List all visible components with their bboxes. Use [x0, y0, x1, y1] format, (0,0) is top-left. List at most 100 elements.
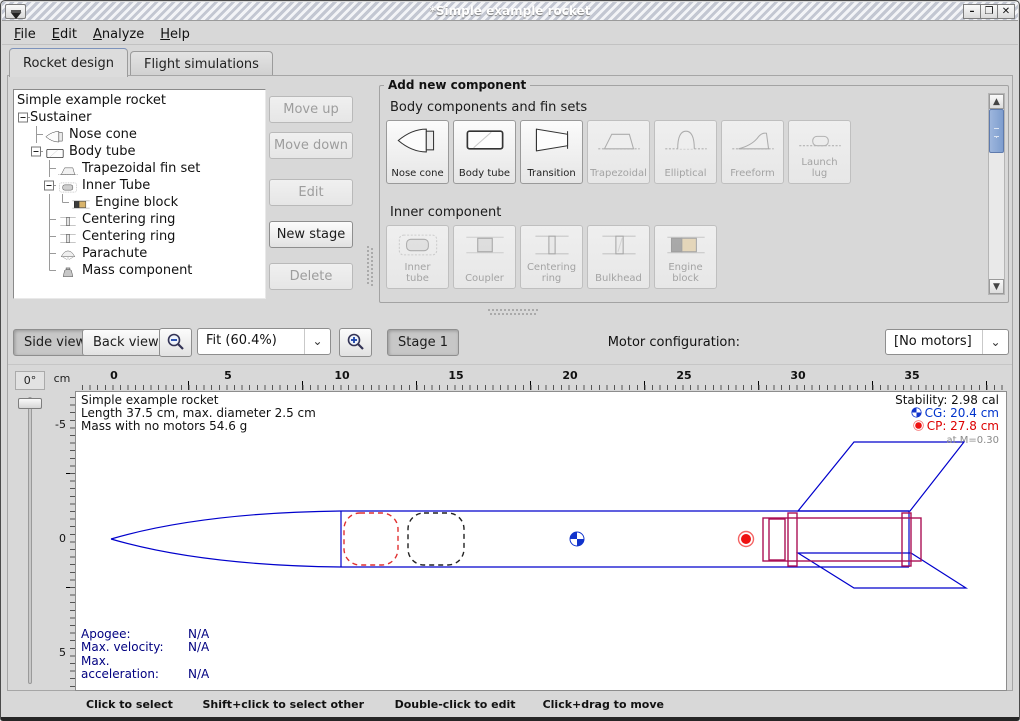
scroll-up-icon[interactable]: ▲ [989, 94, 1004, 109]
h-ruler-label: 0 [110, 369, 118, 382]
tree-guide-line [30, 245, 43, 262]
engine-block-icon [70, 196, 92, 209]
tab-rocket-design[interactable]: Rocket design [9, 48, 128, 77]
menu-edit[interactable]: Edit [44, 25, 85, 44]
chevron-down-icon: ⌄ [982, 330, 1008, 354]
flight-stats: Apogee:N/AMax. velocity:N/AMax. accelera… [81, 628, 209, 681]
add-elliptical-button[interactable]: Elliptical [654, 120, 717, 184]
trapezoidal-fin-icon [596, 126, 642, 154]
inner-tube-assembly [763, 513, 921, 566]
add-inner-tube-button[interactable]: Innertube [386, 225, 449, 289]
new-stage-button[interactable]: New stage [269, 221, 353, 248]
v-ruler-label: 5 [59, 646, 66, 659]
tree-item-inner-tube[interactable]: Inner Tube [17, 177, 265, 194]
rocket-info-line: Mass with no motors 54.6 g [81, 420, 316, 433]
tree-expander-icon[interactable] [17, 109, 30, 126]
tree-expander-icon[interactable] [43, 177, 56, 194]
add-bulkhead-button[interactable]: Bulkhead [587, 225, 650, 289]
tree-expander-icon[interactable] [30, 143, 43, 160]
back-view-button[interactable]: Back view [82, 329, 170, 356]
h-ruler-label: 35 [904, 369, 919, 382]
tree-item-nose-cone[interactable]: Nose cone [17, 126, 265, 143]
edit-button[interactable]: Edit [269, 179, 353, 206]
menu-analyze[interactable]: Analyze [85, 25, 152, 44]
bulkhead-icon [596, 231, 642, 259]
zoom-out-icon[interactable] [159, 328, 192, 357]
h-ruler-label: 15 [448, 369, 463, 382]
rocket-figure-canvas[interactable]: Simple example rocketLength 37.5 cm, max… [75, 391, 1007, 691]
component-panel-scrollbar[interactable]: ▲ ▼ [988, 93, 1005, 295]
stability-info: Stability: 2.98 cal CG: 20.4 cm CP: 27.8… [895, 394, 999, 447]
move-down-button[interactable]: Move down [269, 132, 353, 159]
motor-configuration-combo[interactable]: [No motors] ⌄ [885, 329, 1009, 355]
group-title: Add new component [384, 78, 530, 92]
add-transition-button[interactable]: Transition [520, 120, 583, 184]
add-coupler-button[interactable]: Coupler [453, 225, 516, 289]
rotation-slider-thumb[interactable] [18, 398, 42, 409]
status-hint: Click to select [86, 698, 173, 711]
tree-item-body-tube[interactable]: Body tube [17, 143, 265, 160]
v-ruler-label: 0 [59, 532, 66, 545]
scroll-down-icon[interactable]: ▼ [989, 279, 1004, 294]
rotation-slider[interactable] [28, 397, 32, 684]
tree-guide-line [43, 262, 56, 279]
mass-component-icon [57, 264, 79, 277]
add-nose-cone-button[interactable]: Nose cone [386, 120, 449, 184]
flight-stat-value: N/A [188, 627, 209, 641]
add-launch-lug-button[interactable]: Launchlug [788, 120, 851, 184]
tree-item-label: Body tube [69, 144, 136, 159]
body-components-label: Body components and fin sets [390, 100, 587, 115]
tree-item-centering-ring[interactable]: Centering ring [17, 211, 265, 228]
component-tree[interactable]: Simple example rocketSustainerNose coneB… [13, 89, 266, 299]
maximize-button[interactable]: ❐ [980, 4, 998, 19]
cp-marker [739, 532, 754, 547]
rotation-angle-value: 0° [15, 371, 45, 390]
tree-item-trapezoidal-fin-set[interactable]: Trapezoidal fin set [17, 160, 265, 177]
menu-help[interactable]: Help [152, 25, 198, 44]
freeform-fin-icon [730, 126, 776, 154]
mass-component-outline [408, 513, 464, 565]
title-bar[interactable]: *Simple example rocket –❐✕ [2, 2, 1018, 21]
tree-item-simple-example-rocket[interactable]: Simple example rocket [17, 92, 265, 109]
centering-ring-icon [529, 231, 575, 259]
component-button-label: Bulkhead [588, 273, 649, 284]
tree-guide-line [17, 194, 30, 211]
tree-item-parachute[interactable]: Parachute [17, 245, 265, 262]
tab-flight-simulations[interactable]: Flight simulations [130, 51, 273, 78]
close-button[interactable]: ✕ [997, 4, 1015, 19]
zoom-in-icon[interactable] [339, 328, 372, 357]
centering-ring-outline [788, 513, 797, 566]
component-button-label: Nose cone [387, 168, 448, 179]
tree-guide-line [17, 228, 30, 245]
move-up-button[interactable]: Move up [269, 96, 353, 123]
tree-guide-line [43, 211, 56, 228]
zoom-level-combo[interactable]: Fit (60.4%) ⌄ [197, 328, 331, 355]
mass-component-icon [57, 266, 79, 279]
h-ruler-label: 30 [790, 369, 805, 382]
add-engine-block-button[interactable]: Engineblock [654, 225, 717, 289]
vertical-splitter-handle[interactable] [367, 246, 374, 286]
tree-item-sustainer[interactable]: Sustainer [17, 109, 265, 126]
tree-item-label: Simple example rocket [17, 93, 166, 108]
component-button-label: Engineblock [655, 262, 716, 284]
add-body-tube-button[interactable]: Body tube [453, 120, 516, 184]
scrollbar-thumb[interactable] [989, 109, 1004, 153]
inner-component-label: Inner component [390, 205, 501, 220]
tree-item-engine-block[interactable]: Engine block [17, 194, 265, 211]
centering-ring-outline [902, 513, 911, 566]
add-trapezoidal-button[interactable]: Trapezoidal [587, 120, 650, 184]
tree-item-centering-ring[interactable]: Centering ring [17, 228, 265, 245]
horizontal-splitter-handle[interactable] [488, 309, 538, 316]
delete-button[interactable]: Delete [269, 263, 353, 290]
minimize-button[interactable]: – [963, 4, 981, 19]
menu-file[interactable]: File [6, 25, 44, 44]
trapezoidal-fin-icon [57, 162, 79, 175]
add-freeform-button[interactable]: Freeform [721, 120, 784, 184]
stage-1-button[interactable]: Stage 1 [387, 329, 459, 356]
tree-item-mass-component[interactable]: Mass component [17, 262, 265, 279]
add-centering-ring-button[interactable]: Centeringring [520, 225, 583, 289]
elliptical-fin-icon [663, 126, 709, 154]
engine-block-icon [70, 198, 92, 211]
parachute-icon [57, 247, 79, 260]
status-hint: Shift+click to select other [203, 698, 365, 711]
